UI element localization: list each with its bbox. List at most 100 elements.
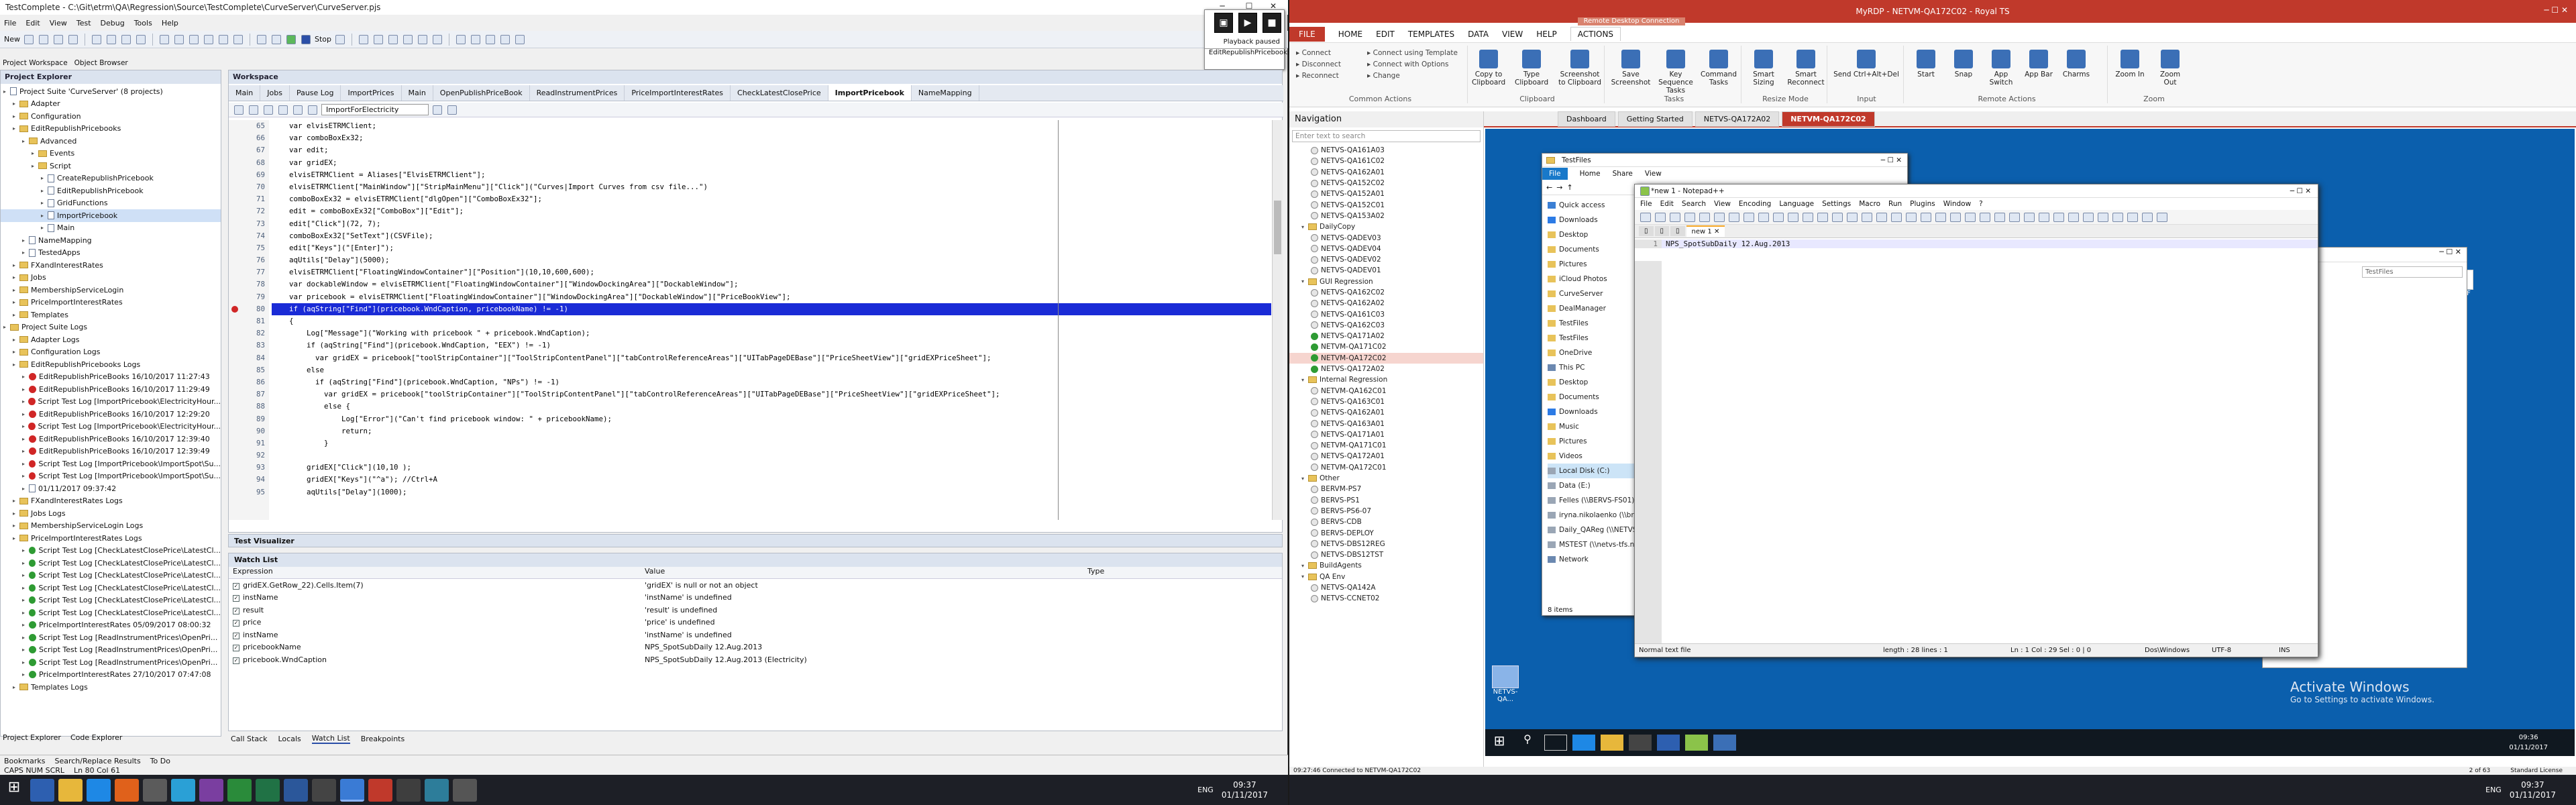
editor-text[interactable]: NPS_SpotSubDaily 12.Aug.2013 bbox=[1662, 239, 2318, 248]
tab-help[interactable]: HELP bbox=[1536, 28, 1557, 41]
app-icon[interactable] bbox=[396, 778, 421, 802]
expander-icon[interactable]: ▸ bbox=[22, 486, 29, 492]
breakpoints-icon[interactable] bbox=[433, 34, 443, 44]
app-bar-button[interactable]: App Bar bbox=[2022, 50, 2055, 78]
code-line[interactable]: aqUtils["Delay"](5000); bbox=[272, 254, 1271, 266]
save-all-icon[interactable] bbox=[68, 34, 78, 44]
ribbon-share[interactable]: Share bbox=[1613, 170, 1633, 178]
resume-icon[interactable]: ▶ bbox=[1238, 13, 1257, 33]
code-text[interactable]: var elvisETRMClient; var comboBoxEx32; v… bbox=[272, 120, 1271, 520]
checkbox[interactable]: ✓ bbox=[233, 607, 239, 614]
tree-item[interactable]: ▸ PriceImportInterestRates 05/09/2017 08:… bbox=[1, 619, 221, 632]
watch-row[interactable]: ✓ result 'result' is undefined bbox=[229, 604, 1282, 616]
visual-studio-icon[interactable] bbox=[199, 778, 223, 802]
tree-item[interactable]: ▸ GridFunctions bbox=[1, 197, 221, 210]
tab-hidden[interactable]: ▯ bbox=[1654, 226, 1670, 236]
bookmark-icon[interactable] bbox=[308, 105, 317, 115]
file-explorer-icon[interactable] bbox=[58, 778, 83, 802]
app-switch-button[interactable]: App Switch bbox=[1984, 50, 2018, 87]
nav-item[interactable]: NETVS-QA162A01 bbox=[1289, 407, 1483, 418]
code-line[interactable]: var comboBoxEx32; bbox=[272, 132, 1271, 144]
reconnect-button[interactable]: ▸ Reconnect bbox=[1296, 70, 1341, 81]
menu-help[interactable]: Help bbox=[162, 19, 178, 28]
tab-code-explorer[interactable]: Code Explorer bbox=[70, 733, 122, 742]
store-icon[interactable] bbox=[1629, 735, 1652, 751]
nav-item[interactable]: NETVS-QA161C03 bbox=[1289, 309, 1483, 319]
watch-row[interactable]: ✓ gridEX.GetRow_22).Cells.Item(7) 'gridEX'… bbox=[229, 579, 1282, 592]
toolbar-icon[interactable] bbox=[1670, 212, 1680, 222]
expander-icon[interactable]: ▸ bbox=[13, 349, 19, 355]
expander-icon[interactable]: ▸ bbox=[22, 585, 29, 591]
toolbar-icon[interactable] bbox=[1743, 212, 1754, 222]
layout-icon[interactable] bbox=[515, 34, 525, 44]
tab-main-2[interactable]: Main bbox=[402, 85, 433, 101]
cut-icon[interactable] bbox=[92, 34, 101, 44]
code-line[interactable]: var elvisETRMClient; bbox=[272, 120, 1271, 132]
browser-icon[interactable] bbox=[87, 778, 111, 802]
tab-to-do[interactable]: To Do bbox=[150, 757, 170, 765]
connect-button[interactable]: ▸ Connect bbox=[1296, 47, 1341, 58]
menu-macro[interactable]: Macro bbox=[1859, 200, 1880, 208]
toolbar-icon[interactable] bbox=[1684, 212, 1695, 222]
tab-hidden[interactable]: ▯ bbox=[1639, 226, 1654, 236]
expander-icon[interactable]: ▸ bbox=[22, 622, 29, 628]
code-line[interactable]: if (aqString["Find"](pricebook.WndCaptio… bbox=[272, 376, 1271, 388]
nav-item[interactable]: NETVS-QA152A01 bbox=[1289, 189, 1483, 199]
expander-icon[interactable]: ▸ bbox=[22, 659, 29, 665]
copy-icon[interactable] bbox=[107, 34, 116, 44]
menu-edit[interactable]: Edit bbox=[1660, 200, 1674, 208]
code-line[interactable]: comboBoxEx32 = elvisETRMClient["dlgOpen"… bbox=[272, 193, 1271, 205]
run-routine-icon[interactable] bbox=[234, 105, 244, 115]
nav-item[interactable]: ▾ Other bbox=[1289, 473, 1483, 484]
tree-item[interactable]: ▸ Script Test Log [ImportPricebook\Import… bbox=[1, 458, 221, 470]
nav-item[interactable]: BERVS-PS6-07 bbox=[1289, 506, 1483, 517]
tab-price-import-interest-rates[interactable]: PriceImportInterestRates bbox=[625, 85, 731, 101]
send-ctrl-alt-del-button[interactable]: Send Ctrl+Alt+Del bbox=[1833, 50, 1900, 78]
code-line[interactable]: var dockableWindow = elvisETRMClient["Fl… bbox=[272, 278, 1271, 290]
app-icon[interactable] bbox=[171, 778, 195, 802]
toolbar-icon[interactable] bbox=[1788, 212, 1799, 222]
type-clipboard-button[interactable]: Type Clipboard bbox=[1515, 50, 1548, 87]
col-expression[interactable]: Expression bbox=[229, 567, 645, 578]
tab-actions[interactable]: ACTIONS bbox=[1570, 27, 1621, 41]
code-line[interactable]: return; bbox=[272, 425, 1271, 437]
tab-project-explorer[interactable]: Project Explorer bbox=[3, 733, 61, 742]
code-line[interactable]: var gridEX = pricebook["toolStripContain… bbox=[272, 352, 1271, 364]
nav-item[interactable]: ▾ GUI Regression bbox=[1289, 276, 1483, 287]
tab-view[interactable]: VIEW bbox=[1502, 28, 1523, 41]
vertical-scrollbar[interactable] bbox=[1272, 120, 1283, 520]
tree-item[interactable]: ▸ Script Test Log [CheckLatestClosePrice\… bbox=[1, 545, 221, 557]
expander-icon[interactable]: ▸ bbox=[22, 250, 29, 256]
tree-item[interactable]: ▸ Configuration bbox=[1, 110, 221, 123]
menu-language[interactable]: Language bbox=[1779, 200, 1814, 208]
nav-item[interactable]: ▾ BuildAgents bbox=[1289, 560, 1483, 571]
tab-watch-list[interactable]: Watch List bbox=[311, 734, 350, 744]
expander-icon[interactable]: ▸ bbox=[32, 150, 38, 156]
tree-item[interactable]: ▸ Advanced bbox=[1, 135, 221, 148]
routine-select[interactable]: ImportForElectricity bbox=[321, 104, 429, 115]
language-indicator[interactable]: ENG bbox=[2485, 786, 2502, 794]
nav-item[interactable]: NETVS-QA171A02 bbox=[1289, 331, 1483, 341]
search-input[interactable]: TestFiles bbox=[2362, 266, 2463, 278]
menu-encoding[interactable]: Encoding bbox=[1739, 200, 1771, 208]
nav-item[interactable]: NETVS-QADEV01 bbox=[1289, 265, 1483, 276]
expander-icon[interactable]: ▸ bbox=[22, 560, 29, 566]
tree-item[interactable]: ▸ PriceImportInterestRates Logs bbox=[1, 532, 221, 545]
toolbar-icon[interactable] bbox=[1921, 212, 1931, 222]
window-controls[interactable]: ─ ☐ ✕ bbox=[1881, 156, 1907, 164]
tree-item[interactable]: ▸ PriceImportInterestRates 27/10/2017 07:… bbox=[1, 669, 221, 682]
checkbox[interactable]: ✓ bbox=[233, 595, 239, 602]
tab-project-workspace[interactable]: Project Workspace bbox=[3, 59, 68, 67]
windows-start-icon[interactable]: ⊞ bbox=[2, 778, 26, 802]
tab-file[interactable]: FILE bbox=[1289, 26, 1325, 42]
tree-item[interactable]: ▸ MembershipServiceLogin bbox=[1, 284, 221, 297]
tree-item[interactable]: ▸ EditRepublishPricebooks bbox=[1, 123, 221, 136]
expander-icon[interactable]: ▸ bbox=[22, 386, 29, 392]
indent-icon[interactable] bbox=[278, 105, 288, 115]
menu-edit[interactable]: Edit bbox=[25, 19, 40, 28]
expander-icon[interactable]: ▸ bbox=[13, 101, 19, 107]
nav-item[interactable]: NETVS-CCNET02 bbox=[1289, 593, 1483, 604]
toolbar-icon[interactable] bbox=[2083, 212, 2094, 222]
tree-item[interactable]: ▸ Script Test Log [ImportPricebook\Import… bbox=[1, 470, 221, 483]
nav-item[interactable]: NETVS-DBS12REG bbox=[1289, 539, 1483, 549]
